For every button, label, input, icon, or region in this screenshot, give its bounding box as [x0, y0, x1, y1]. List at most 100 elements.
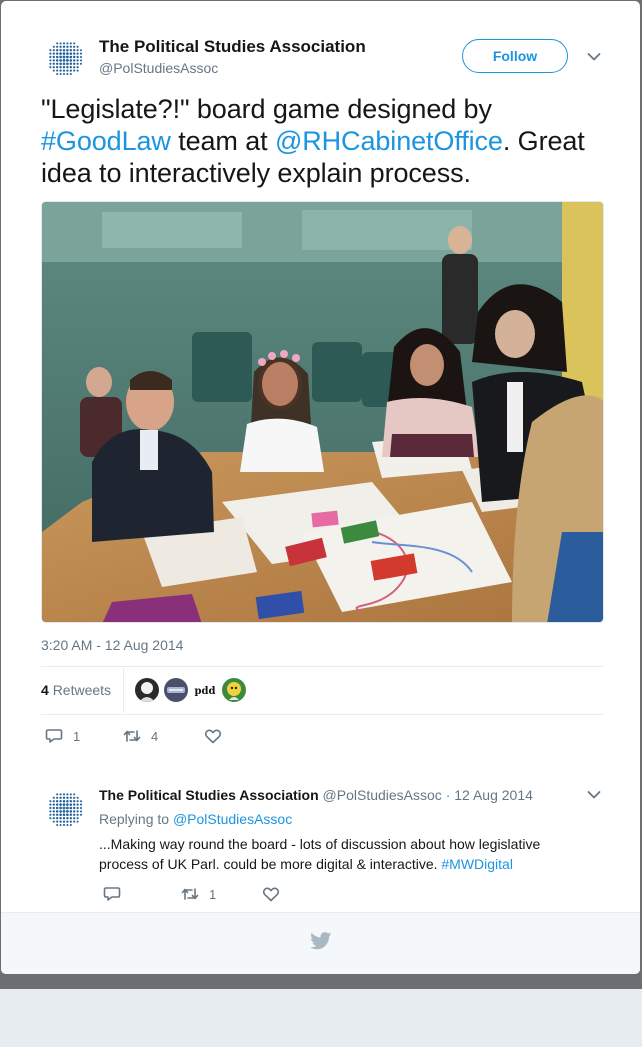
logo-dot — [59, 823, 62, 827]
author-handle[interactable]: @PolStudiesAssoc — [99, 60, 218, 76]
logo-dot — [62, 806, 66, 810]
logo-dot — [76, 810, 79, 813]
logo-dot — [73, 52, 76, 55]
tweet-text: "Legislate?!" board game designed by #Go… — [41, 93, 616, 189]
logo-dot — [69, 72, 72, 76]
chevron-down-icon[interactable] — [587, 52, 601, 62]
logo-dot — [66, 820, 69, 823]
twitter-bird-icon[interactable] — [310, 932, 332, 950]
reply-author-avatar[interactable] — [44, 788, 86, 830]
hashtag-link[interactable]: #GoodLaw — [41, 126, 171, 156]
logo-dot — [76, 817, 79, 820]
logo-dot — [79, 62, 83, 65]
reply-retweet-count: 1 — [209, 886, 217, 902]
reply-author-name[interactable]: The Political Studies Association — [99, 787, 319, 803]
retweet-icon — [181, 888, 199, 900]
logo-dot — [79, 59, 83, 62]
chevron-down-icon[interactable] — [587, 790, 601, 800]
reply-action[interactable]: 1 — [45, 728, 80, 744]
reply-hashtag-link[interactable]: #MWDigital — [441, 856, 513, 872]
logo-dot — [59, 799, 62, 803]
logo-dot — [55, 52, 59, 55]
logo-dot — [66, 59, 69, 62]
author-name[interactable]: The Political Studies Association — [99, 37, 366, 57]
retweeter-avatar-logo[interactable] — [164, 678, 188, 702]
logo-dot — [55, 55, 59, 59]
logo-dot — [49, 806, 52, 810]
logo-dot — [73, 813, 76, 816]
follow-button[interactable]: Follow — [462, 39, 568, 73]
logo-dot — [62, 823, 66, 827]
logo-dot — [52, 817, 55, 820]
reply-like-action[interactable] — [262, 886, 290, 902]
replying-to-link[interactable]: @PolStudiesAssoc — [173, 811, 292, 827]
reply-author-handle[interactable]: @PolStudiesAssoc — [323, 787, 442, 803]
logo-dot — [56, 49, 59, 52]
divider — [41, 714, 603, 715]
reply-reply-action[interactable] — [103, 886, 131, 902]
logo-dot — [49, 52, 52, 55]
retweeter-avatar-photo[interactable] — [135, 678, 159, 702]
logo-dot — [76, 52, 79, 55]
reply-date[interactable]: 12 Aug 2014 — [454, 787, 533, 803]
logo-dot — [52, 55, 55, 59]
logo-dot — [55, 806, 59, 810]
logo-dot — [52, 59, 55, 62]
logo-dot — [66, 823, 69, 827]
logo-dot — [56, 820, 59, 823]
tweet-card: The Political Studies Association @PolSt… — [1, 1, 640, 974]
like-action[interactable] — [204, 728, 232, 744]
logo-dot — [66, 42, 69, 45]
reply-retweet-action[interactable]: 1 — [181, 886, 216, 902]
logo-dot — [56, 45, 59, 48]
logo-dot — [66, 806, 69, 810]
logo-dot — [69, 52, 73, 55]
tweet-timestamp[interactable]: 3:20 AM - 12 Aug 2014 — [41, 637, 183, 653]
retweet-action-count: 4 — [151, 728, 159, 744]
reply-text: ...Making way round the board - lots of … — [99, 834, 569, 874]
logo-dot — [76, 800, 79, 803]
logo-dot — [56, 817, 59, 820]
retweet-stat[interactable]: 4 Retweets — [41, 682, 111, 698]
logo-dot — [49, 55, 52, 59]
logo-dot — [73, 69, 76, 72]
stat-separator — [123, 668, 124, 713]
logo-dot — [49, 803, 52, 806]
logo-dot — [76, 62, 79, 65]
logo-dot — [69, 803, 73, 806]
logo-dot — [76, 806, 79, 810]
logo-dot — [62, 796, 66, 799]
retweet-action[interactable]: 4 — [123, 728, 158, 744]
logo-dot — [49, 62, 52, 65]
logo-dot — [66, 803, 69, 806]
tweet-text-segment: team at — [170, 126, 275, 156]
logo-dot — [79, 803, 83, 806]
logo-dot — [56, 42, 59, 45]
logo-dot — [49, 66, 52, 69]
retweeter-avatar-cartoon[interactable] — [222, 678, 246, 702]
logo-dot — [73, 49, 76, 52]
tweet-photo[interactable] — [41, 201, 604, 623]
logo-dot — [73, 66, 76, 69]
logo-dot — [69, 806, 73, 810]
logo-dot — [76, 49, 79, 52]
logo-dot — [55, 59, 59, 62]
logo-dot — [56, 800, 59, 803]
logo-dot — [62, 52, 66, 55]
page-background — [0, 989, 642, 1047]
logo-dot — [69, 42, 72, 45]
logo-dot — [59, 817, 62, 820]
logo-dot — [52, 806, 55, 810]
author-avatar[interactable] — [44, 37, 86, 79]
retweeter-avatar-pdd[interactable]: pdd — [193, 678, 217, 702]
logo-dot — [59, 52, 62, 55]
logo-dot — [59, 820, 62, 823]
reply-header: The Political Studies Association @PolSt… — [99, 787, 533, 803]
logo-dot — [59, 72, 62, 76]
logo-dot — [72, 55, 76, 59]
logo-dot — [62, 793, 66, 796]
logo-dot — [79, 800, 83, 803]
mention-link[interactable]: @RHCabinetOffice — [275, 126, 503, 156]
logo-dot — [66, 69, 69, 72]
logo-dot — [49, 59, 52, 62]
